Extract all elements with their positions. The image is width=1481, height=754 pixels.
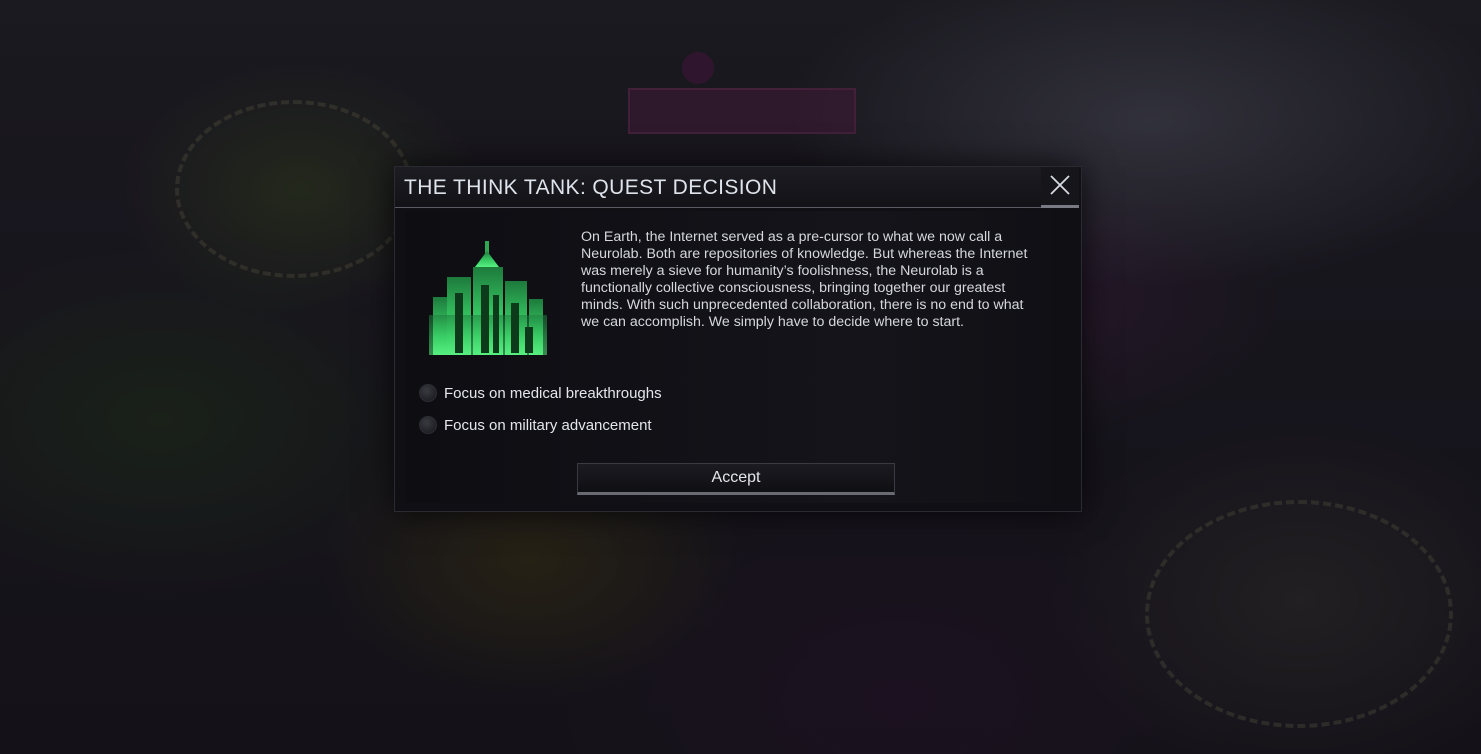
option-military-advancement[interactable]: Focus on military advancement: [419, 414, 652, 436]
dialog-title: THE THINK TANK: QUEST DECISION: [404, 176, 778, 199]
close-button[interactable]: [1041, 167, 1079, 208]
quest-description: On Earth, the Internet served as a pre-c…: [581, 229, 1028, 330]
quest-decision-dialog: THE THINK TANK: QUEST DECISION On Earth,…: [394, 166, 1082, 512]
radio-button[interactable]: [419, 384, 437, 402]
accept-button[interactable]: Accept: [577, 463, 895, 495]
radio-button[interactable]: [419, 416, 437, 434]
option-label: Focus on military advancement: [444, 416, 652, 434]
option-medical-breakthroughs[interactable]: Focus on medical breakthroughs: [419, 382, 662, 404]
option-label: Focus on medical breakthroughs: [444, 384, 662, 402]
dialog-header: THE THINK TANK: QUEST DECISION: [395, 167, 1041, 208]
neurolab-city-icon: [429, 241, 547, 355]
close-icon: [1050, 175, 1070, 195]
